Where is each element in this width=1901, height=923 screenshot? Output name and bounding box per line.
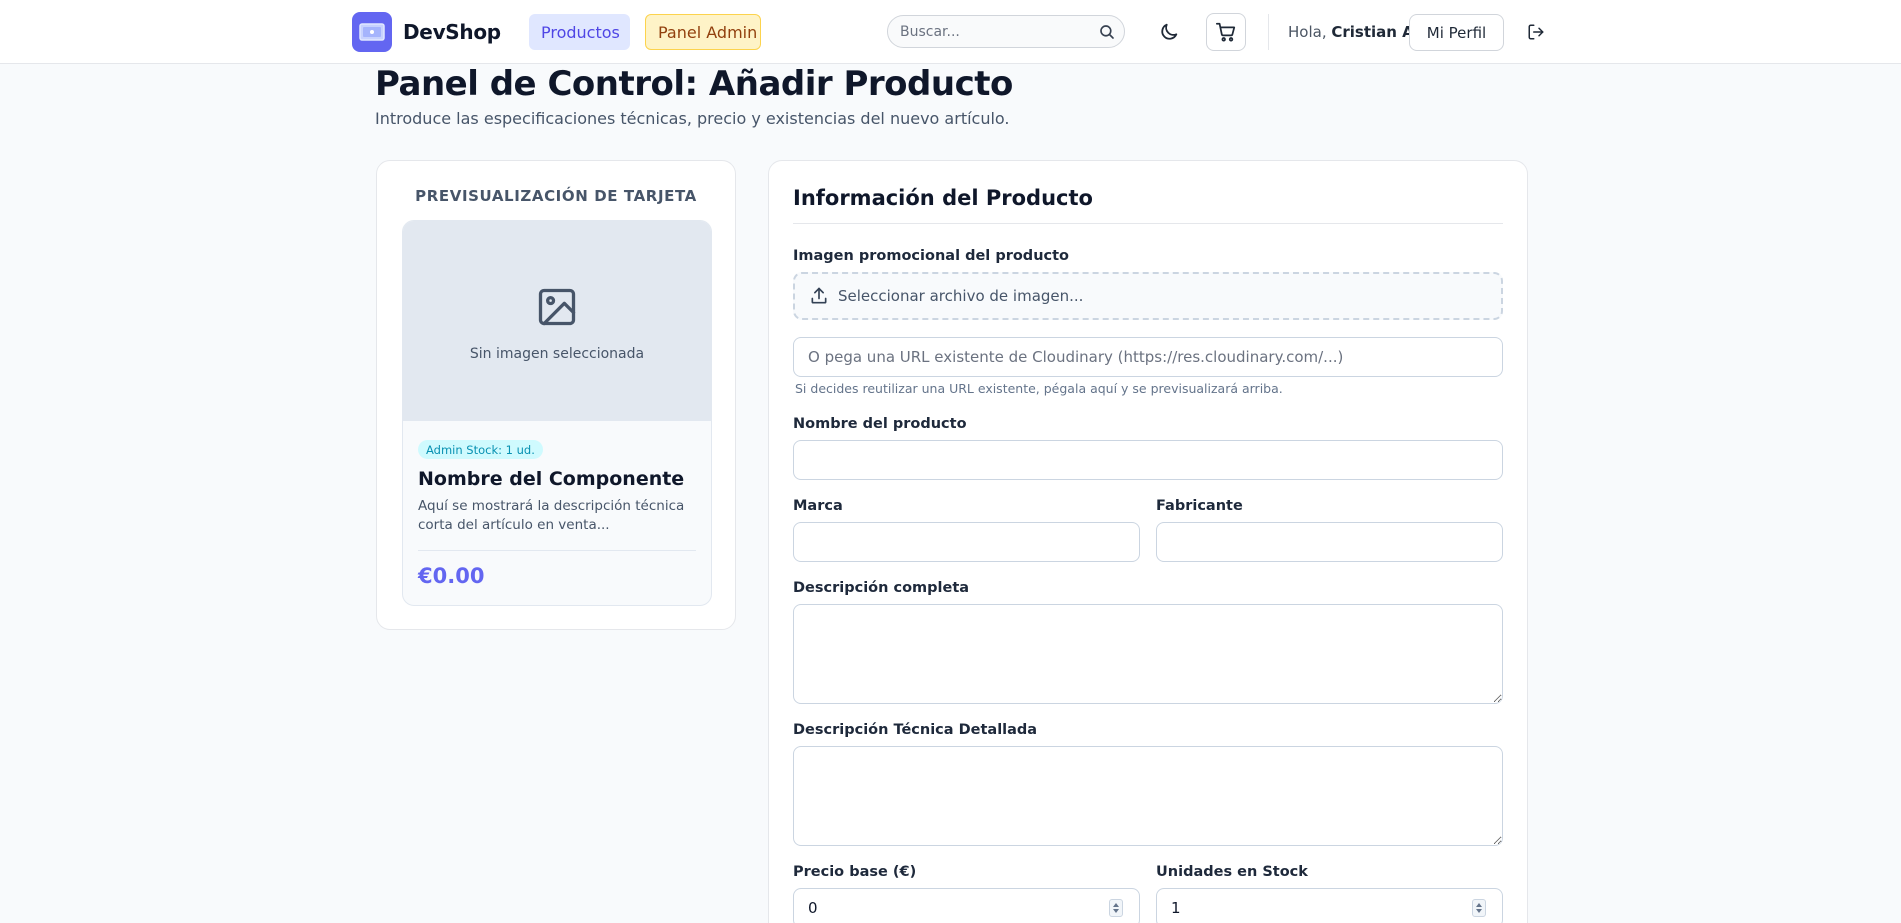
price-input[interactable]: 0: [793, 888, 1140, 923]
brand-label: Marca: [793, 498, 843, 514]
brand-input[interactable]: [793, 522, 1140, 562]
product-name-label: Nombre del producto: [793, 416, 967, 432]
greeting-prefix: Hola,: [1288, 23, 1327, 41]
logout-button[interactable]: [1524, 20, 1548, 44]
nav-products-link[interactable]: Productos: [529, 14, 630, 50]
nav-admin-link[interactable]: Panel Admin: [645, 14, 761, 50]
profile-button[interactable]: Mi Perfil: [1409, 14, 1504, 51]
card-product-name: Nombre del Componente: [418, 468, 685, 490]
upload-label: Seleccionar archivo de imagen...: [838, 287, 1084, 305]
header-divider: [1268, 14, 1269, 50]
tech-description-textarea[interactable]: [793, 746, 1503, 846]
cart-button[interactable]: [1206, 13, 1246, 51]
tech-description-label: Descripción Técnica Detallada: [793, 722, 1038, 738]
theme-toggle-button[interactable]: [1156, 19, 1182, 45]
form-title: Información del Producto: [793, 186, 1093, 210]
card-preview-panel: PREVISUALIZACIÓN DE TARJETA Sin imagen s…: [376, 160, 736, 630]
top-navbar: DevShop Productos Panel Admin Hola, Cris…: [0, 0, 1901, 64]
search-box: [887, 15, 1125, 48]
no-image-text: Sin imagen seleccionada: [469, 346, 645, 362]
search-icon[interactable]: [1098, 23, 1116, 41]
upload-icon: [811, 287, 827, 304]
card-image-placeholder: Sin imagen seleccionada: [403, 221, 711, 421]
search-input[interactable]: [900, 16, 1090, 47]
card-price: €0.00: [418, 564, 485, 588]
description-textarea[interactable]: [793, 604, 1503, 704]
product-form-panel: Información del Producto Imagen promocio…: [768, 160, 1528, 923]
stock-label: Unidades en Stock: [1156, 864, 1308, 880]
stock-input[interactable]: 1: [1156, 888, 1503, 923]
page-title: Panel de Control: Añadir Producto: [375, 64, 1013, 104]
stock-value: 1: [1171, 899, 1181, 917]
form-divider: [793, 223, 1503, 224]
moon-icon: [1161, 23, 1178, 40]
preview-heading: PREVISUALIZACIÓN DE TARJETA: [415, 187, 697, 205]
image-label: Imagen promocional del producto: [793, 248, 1070, 264]
brand-name[interactable]: DevShop: [403, 20, 501, 44]
page-subtitle: Introduce las especificaciones técnicas,…: [375, 109, 1010, 128]
description-label: Descripción completa: [793, 580, 970, 596]
image-icon: [538, 288, 576, 326]
image-upload-dropzone[interactable]: Seleccionar archivo de imagen...: [793, 272, 1503, 320]
maker-input[interactable]: [1156, 522, 1503, 562]
logo-icon[interactable]: [352, 12, 392, 52]
price-label: Precio base (€): [793, 864, 917, 880]
price-stepper[interactable]: [1109, 899, 1123, 917]
cart-icon: [1215, 22, 1236, 42]
stock-stepper[interactable]: [1472, 899, 1486, 917]
logout-icon: [1528, 24, 1544, 40]
product-card-preview: Sin imagen seleccionada Admin Stock: 1 u…: [402, 220, 712, 606]
user-name: Cristian A: [1331, 23, 1414, 41]
price-value: 0: [808, 899, 818, 917]
image-url-input[interactable]: [793, 337, 1503, 377]
card-divider: [418, 550, 696, 551]
stock-badge: Admin Stock: 1 ud.: [418, 440, 543, 459]
maker-label: Fabricante: [1156, 498, 1243, 514]
user-greeting: Hola, Cristian A: [1288, 23, 1414, 41]
product-name-input[interactable]: [793, 440, 1503, 480]
card-product-description: Aquí se mostrará la descripción técnica …: [418, 498, 685, 533]
image-url-hint: Si decides reutilizar una URL existente,…: [795, 381, 1283, 396]
